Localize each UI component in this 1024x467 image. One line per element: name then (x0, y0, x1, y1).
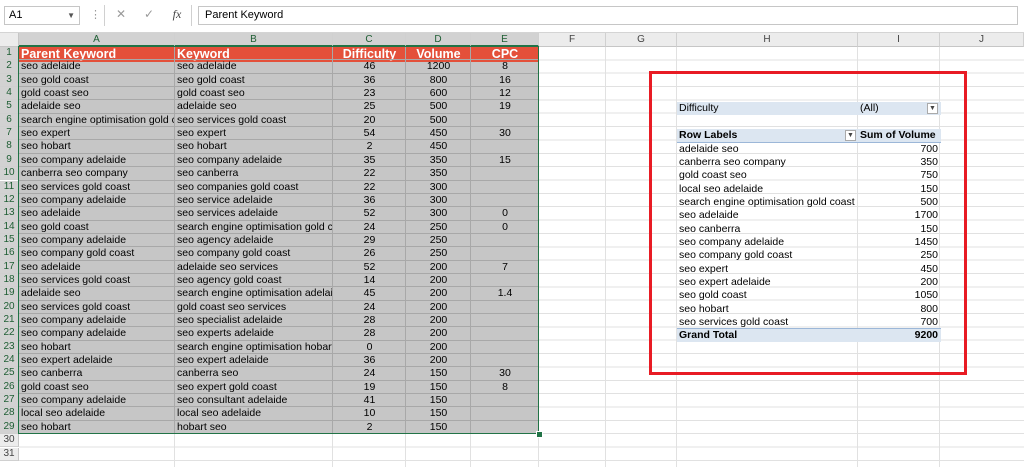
cancel-icon[interactable]: ✕ (114, 7, 128, 21)
row-header[interactable]: 25 (0, 367, 19, 381)
row-header[interactable]: 31 (0, 447, 19, 461)
row-header[interactable]: 22 (0, 327, 19, 341)
row-header[interactable]: 20 (0, 300, 19, 314)
enter-check-icon[interactable]: ✓ (142, 7, 156, 21)
formula-bar: A1 ▼ ⋮ ✕ ✓ fx Parent Keyword (0, 0, 1024, 33)
chevron-down-icon[interactable]: ▼ (67, 7, 75, 24)
row-header[interactable]: 30 (0, 434, 19, 448)
column-header[interactable]: D (406, 33, 471, 47)
row-header[interactable]: 18 (0, 273, 19, 288)
row-header[interactable]: 7 (0, 127, 19, 141)
row-header[interactable]: 16 (0, 247, 19, 261)
column-header[interactable]: B (175, 33, 333, 47)
row-header[interactable]: 21 (0, 314, 19, 328)
divider (191, 5, 192, 26)
row-header[interactable]: 4 (0, 87, 19, 101)
row-header[interactable]: 3 (0, 73, 19, 88)
row-header[interactable]: 13 (0, 207, 19, 221)
column-header[interactable]: A (19, 33, 175, 47)
column-header[interactable]: F (539, 33, 606, 47)
row-header[interactable]: 1 (0, 47, 19, 61)
row-header[interactable]: 6 (0, 113, 19, 128)
fill-handle[interactable] (536, 431, 543, 438)
row-header[interactable]: 15 (0, 233, 19, 248)
row-header[interactable]: 14 (0, 220, 19, 234)
selection-range (18, 46, 539, 434)
row-header[interactable]: 12 (0, 193, 19, 208)
row-header[interactable]: 28 (0, 407, 19, 421)
highlight-box (649, 71, 967, 375)
row-header[interactable]: 8 (0, 140, 19, 154)
row-header[interactable]: 10 (0, 167, 19, 181)
row-header[interactable]: 11 (0, 180, 19, 194)
row-header[interactable]: 24 (0, 354, 19, 368)
row-header[interactable]: 17 (0, 260, 19, 274)
column-header[interactable]: C (333, 33, 406, 47)
select-all-corner[interactable] (0, 33, 19, 47)
divider (104, 5, 105, 26)
column-header[interactable]: G (606, 33, 677, 47)
column-header[interactable]: J (940, 33, 1024, 47)
row-header[interactable]: 5 (0, 100, 19, 114)
more-options-icon[interactable]: ⋮ (90, 9, 101, 21)
column-header[interactable]: I (858, 33, 940, 47)
row-header[interactable]: 26 (0, 380, 19, 395)
row-header[interactable]: 29 (0, 420, 19, 435)
row-header[interactable]: 9 (0, 153, 19, 168)
column-header[interactable]: H (677, 33, 858, 47)
row-header[interactable]: 27 (0, 394, 19, 408)
row-header[interactable]: 19 (0, 287, 19, 301)
formula-input[interactable]: Parent Keyword (198, 6, 1018, 25)
insert-function-icon[interactable]: fx (170, 7, 184, 22)
row-header[interactable]: 23 (0, 340, 19, 355)
name-box[interactable]: A1 ▼ (4, 6, 80, 25)
column-header[interactable]: E (471, 33, 539, 47)
name-box-value: A1 (9, 9, 23, 21)
row-header[interactable]: 2 (0, 60, 19, 74)
grid-line (605, 47, 606, 467)
